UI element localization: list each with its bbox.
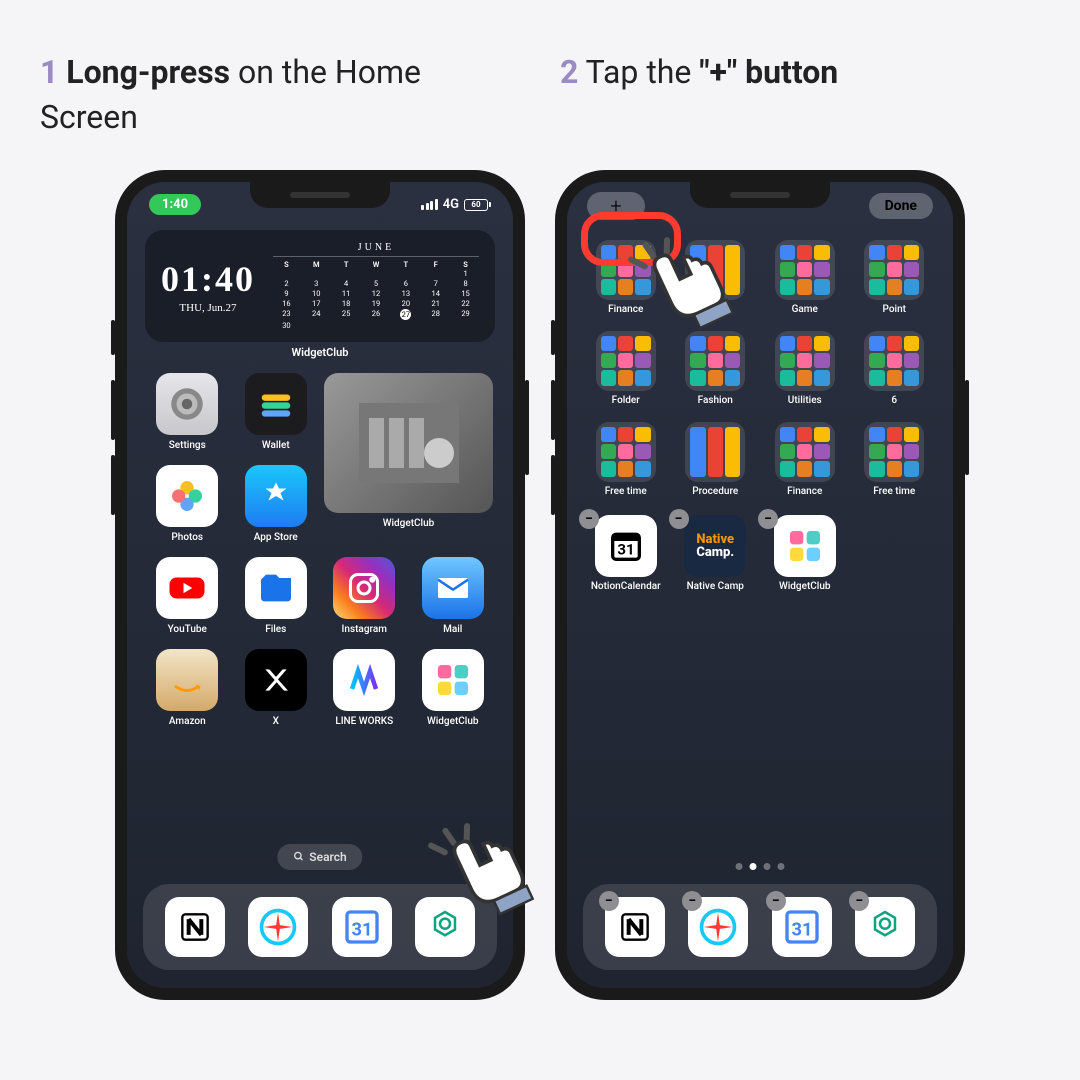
dock-app[interactable]	[248, 897, 308, 957]
widget-time: 01:40	[161, 258, 255, 300]
remove-icon[interactable]: −	[766, 891, 786, 911]
app-Native Camp[interactable]: −NativeCamp.Native Camp	[675, 515, 757, 592]
app-NotionCalendar[interactable]: −31NotionCalendar	[585, 515, 667, 592]
step-1-bold: Long-press	[66, 53, 230, 91]
app-photos[interactable]: Photos	[147, 465, 228, 543]
folder-Utilities[interactable]: Utilities	[764, 331, 846, 406]
app-row: −31NotionCalendar−NativeCamp.Native Camp…	[567, 511, 953, 596]
widget-label: WidgetClub	[127, 346, 513, 359]
folder-Fashion[interactable]: Fashion	[675, 331, 757, 406]
remove-icon[interactable]: −	[599, 891, 619, 911]
folder-6[interactable]: 6	[854, 331, 936, 406]
dock-app[interactable]	[415, 897, 475, 957]
app-x[interactable]: X	[236, 649, 317, 727]
widget-calendar: JUNE SMTWTFS 123456789101112131415161718…	[273, 242, 479, 330]
battery-icon: 60	[464, 199, 491, 211]
svg-text:31: 31	[617, 540, 634, 558]
step-2-text: 2 Tap the "+" button	[560, 50, 1040, 140]
remove-icon[interactable]: −	[682, 891, 702, 911]
folder-Point[interactable]: Point	[854, 240, 936, 315]
remove-icon[interactable]: −	[758, 509, 778, 529]
widget-date: THU, Jun.27	[161, 302, 255, 314]
app-widgetclub[interactable]: WidgetClub	[413, 649, 494, 727]
folder-grid: Finance GamePoint FolderFashionUtilities6 F…	[567, 226, 953, 511]
status-time: 1:40	[149, 194, 201, 215]
app-files[interactable]: Files	[236, 557, 317, 635]
app-youtube[interactable]: YouTube	[147, 557, 228, 635]
page-indicator[interactable]	[736, 863, 785, 870]
notch	[690, 182, 830, 208]
network-label: 4G	[443, 197, 459, 212]
app-amazon[interactable]: Amazon	[147, 649, 228, 727]
step-2-pre: Tap the	[586, 53, 700, 91]
dock-app[interactable]	[165, 897, 225, 957]
app-settings[interactable]: Settings	[147, 373, 228, 451]
home-app-grid: SettingsWalletWidgetClubPhotosApp StoreY…	[127, 359, 513, 735]
dock-app[interactable]: −	[605, 897, 665, 957]
done-button[interactable]: Done	[869, 193, 933, 219]
step-2-number: 2	[560, 53, 578, 91]
folder-Procedure[interactable]: Procedure	[675, 422, 757, 497]
dock-app[interactable]: 31	[332, 897, 392, 957]
folder-Folder[interactable]: Folder	[585, 331, 667, 406]
app-WidgetClub[interactable]: −WidgetClub	[764, 515, 846, 592]
photo-widget[interactable]: WidgetClub	[324, 373, 493, 543]
app-instagram[interactable]: Instagram	[324, 557, 405, 635]
step-2-bold: "+" button	[699, 53, 838, 91]
folder-Finance[interactable]: Finance	[764, 422, 846, 497]
app-app-store[interactable]: App Store	[236, 465, 317, 543]
search-pill[interactable]: Search	[277, 844, 362, 870]
folder-empty[interactable]	[675, 240, 757, 315]
dock: 31	[143, 884, 497, 970]
phone-1: 1:40 4G 60 01:40 THU, Jun.27	[115, 170, 525, 1000]
folder-Game[interactable]: Game	[764, 240, 846, 315]
app-wallet[interactable]: Wallet	[236, 373, 317, 451]
svg-text:31: 31	[351, 919, 372, 940]
folder-Free time[interactable]: Free time	[585, 422, 667, 497]
app-line-works[interactable]: LINE WORKS	[324, 649, 405, 727]
signal-icon	[421, 199, 438, 210]
phone-2-screen[interactable]: + Done FinanceGamePointFolderFashionUtil…	[567, 182, 953, 988]
dock: −−−31−	[583, 884, 937, 970]
step-1-number: 1	[40, 53, 58, 91]
remove-icon[interactable]: −	[579, 509, 599, 529]
dock-app[interactable]: −	[688, 897, 748, 957]
dock-app[interactable]: −	[855, 897, 915, 957]
folder-Free time[interactable]: Free time	[854, 422, 936, 497]
plus-highlight	[581, 212, 681, 266]
notch	[250, 182, 390, 208]
instruction-headers: 1 Long-press on the Home Screen 2 Tap th…	[40, 50, 1040, 140]
phone-1-screen[interactable]: 1:40 4G 60 01:40 THU, Jun.27	[127, 182, 513, 988]
svg-text:31: 31	[791, 919, 812, 940]
remove-icon[interactable]: −	[669, 509, 689, 529]
app-mail[interactable]: Mail	[413, 557, 494, 635]
dock-app[interactable]: −31	[772, 897, 832, 957]
clock-calendar-widget[interactable]: 01:40 THU, Jun.27 JUNE SMTWTFS 123456789…	[145, 230, 495, 342]
remove-icon[interactable]: −	[849, 891, 869, 911]
phone-2: + Done FinanceGamePointFolderFashionUtil…	[555, 170, 965, 1000]
step-1-text: 1 Long-press on the Home Screen	[40, 50, 520, 140]
